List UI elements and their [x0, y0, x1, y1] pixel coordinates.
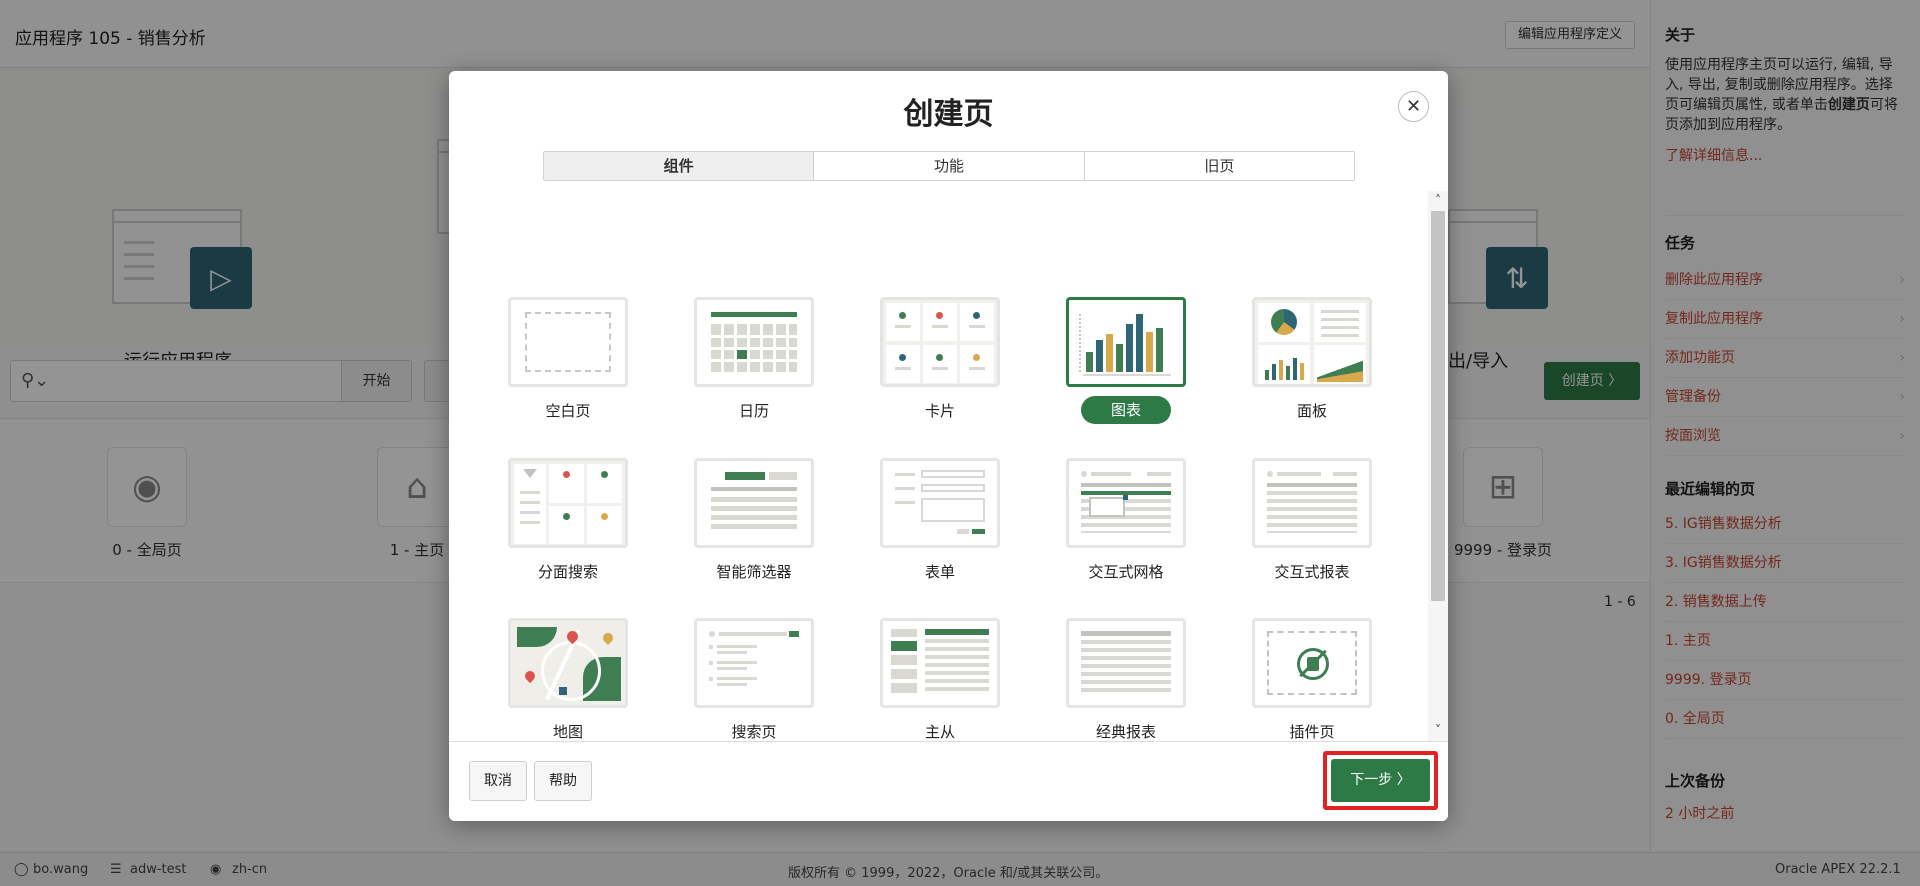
page-type-calendar[interactable]: 日历: [675, 297, 825, 437]
page-type-smart-filter[interactable]: 智能筛选器: [675, 458, 825, 598]
calendar-thumbnail: [694, 297, 814, 387]
tab-bar: 组件 功能 旧页: [543, 151, 1355, 181]
page-type-dashboard[interactable]: 面板: [1233, 297, 1383, 437]
chevron-down-icon[interactable]: ˅: [1431, 723, 1445, 737]
form-thumbnail: [880, 458, 1000, 548]
page-type-blank[interactable]: 空白页: [489, 297, 639, 437]
page-type-master-detail[interactable]: 主从: [861, 618, 1011, 741]
plugin-thumbnail: [1252, 618, 1372, 708]
map-thumbnail: [508, 618, 628, 708]
blank-page-thumbnail: [508, 297, 628, 387]
dialog-footer: [449, 741, 1448, 821]
page-type-cards[interactable]: 卡片: [861, 297, 1011, 437]
close-icon[interactable]: ✕: [1398, 91, 1429, 122]
classic-report-thumbnail: [1066, 618, 1186, 708]
interactive-grid-thumbnail: [1066, 458, 1186, 548]
page-type-plugin[interactable]: 插件页: [1233, 618, 1383, 741]
master-detail-thumbnail: [880, 618, 1000, 708]
page-type-map[interactable]: 地图: [489, 618, 639, 741]
next-button-highlight: 下一步 〉: [1323, 751, 1438, 810]
page-type-interactive-grid[interactable]: 交互式网格: [1047, 458, 1197, 598]
page-type-faceted-search[interactable]: 分面搜索: [489, 458, 639, 598]
page-type-chart[interactable]: 图表: [1047, 297, 1197, 437]
tab-features[interactable]: 功能: [814, 152, 1085, 180]
dialog-title: 创建页: [903, 97, 994, 132]
tab-components[interactable]: 组件: [544, 152, 815, 180]
dashboard-thumbnail: [1252, 297, 1372, 387]
page-type-search[interactable]: 搜索页: [675, 618, 825, 741]
page-type-form[interactable]: 表单: [861, 458, 1011, 598]
smart-filter-thumbnail: [694, 458, 814, 548]
search-page-thumbnail: [694, 618, 814, 708]
cards-thumbnail: [880, 297, 1000, 387]
cancel-button[interactable]: 取消: [469, 761, 527, 801]
interactive-report-thumbnail: [1252, 458, 1372, 548]
create-page-dialog: 创建页 ✕ 组件 功能 旧页 空白页 日历 卡片 图表 面板 分面搜索 智能筛选…: [449, 71, 1448, 821]
chart-thumbnail: [1066, 297, 1186, 387]
page-type-classic-report[interactable]: 经典报表: [1047, 618, 1197, 741]
help-button[interactable]: 帮助: [534, 761, 592, 801]
page-type-interactive-report[interactable]: 交互式报表: [1233, 458, 1383, 598]
tab-legacy-pages[interactable]: 旧页: [1084, 152, 1354, 180]
scrollbar-thumb[interactable]: [1431, 211, 1445, 601]
chevron-up-icon[interactable]: ˄: [1431, 193, 1445, 207]
page-type-grid: 空白页 日历 卡片 图表 面板 分面搜索 智能筛选器 表单 交互式网格 交互式报…: [449, 191, 1428, 741]
faceted-search-thumbnail: [508, 458, 628, 548]
next-button[interactable]: 下一步 〉: [1331, 759, 1430, 802]
